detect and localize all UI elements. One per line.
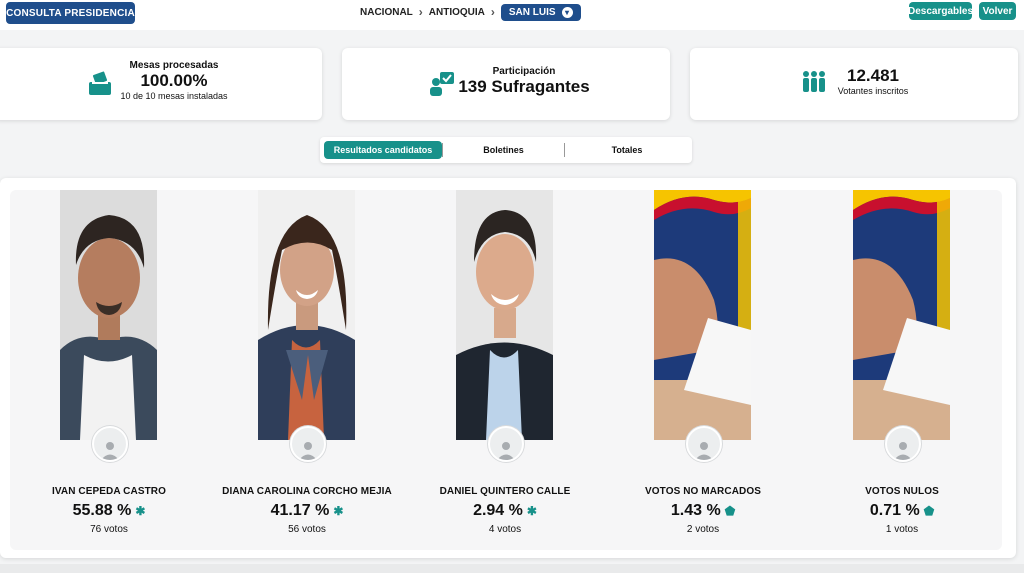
avatar-placeholder — [885, 426, 921, 462]
pentagon-mark-icon: ⬟ — [724, 504, 736, 518]
candidates-panel: IVAN CEPEDA CASTRO 55.88 % ✱ 76 votos DI… — [0, 178, 1016, 558]
descargables-button[interactable]: Descargables — [908, 2, 973, 20]
mesas-label: Mesas procesadas — [129, 60, 219, 71]
candidate-name: VOTOS NULOS — [865, 486, 939, 497]
results-tabs: Resultados candidatos Boletines Totales — [320, 137, 692, 163]
breadcrumb-nacional[interactable]: NACIONAL — [360, 7, 413, 18]
candidate-votes: 4 votos — [488, 524, 522, 535]
candidate-percentage-value: 2.94 % — [473, 502, 523, 519]
asterisk-mark-icon: ✱ — [526, 504, 537, 518]
candidate-percentage: 1.43 % ⬟ — [613, 502, 793, 520]
candidate-card[interactable]: IVAN CEPEDA CASTRO 55.88 % ✱ 76 votos — [19, 190, 199, 550]
candidate-photo — [60, 190, 157, 440]
participacion-card: Participación 139 Sufragantes — [342, 48, 670, 120]
candidate-percentage-value: 0.71 % — [869, 502, 920, 519]
candidate-votes: 56 votos — [288, 524, 326, 535]
user-silhouette-icon — [497, 442, 515, 460]
mesas-procesadas-card: Mesas procesadas 100.00% 10 de 10 mesas … — [0, 48, 322, 120]
pentagon-mark-icon: ⬟ — [923, 504, 935, 518]
ballot-box-icon — [89, 71, 111, 95]
asterisk-mark-icon: ✱ — [333, 504, 344, 518]
candidate-name: IVAN CEPEDA CASTRO — [51, 486, 167, 497]
candidate-votes: 2 votos — [686, 524, 720, 535]
candidate-percentage: 2.94 % ✱ — [415, 502, 595, 520]
avatar-placeholder — [92, 426, 128, 462]
candidate-photo — [456, 190, 553, 440]
chevron-right-icon: › — [418, 5, 423, 19]
candidate-card[interactable]: DANIEL QUINTERO CALLE 2.94 % ✱ 4 votos — [415, 190, 595, 550]
candidate-percentage: 55.88 % ✱ — [19, 502, 199, 520]
user-silhouette-icon — [299, 442, 317, 460]
candidate-card[interactable]: VOTOS NO MARCADOS 1.43 % ⬟ 2 votos — [613, 190, 793, 550]
candidate-card[interactable]: VOTOS NULOS 0.71 % ⬟ 1 votos — [812, 190, 992, 550]
tab-boletines[interactable]: Boletines — [443, 141, 564, 159]
user-silhouette-icon — [695, 442, 713, 460]
breadcrumb-san-luis-label: SAN LUIS — [508, 6, 556, 18]
candidate-percentage: 0.71 % ⬟ — [812, 502, 992, 520]
ballot-photo — [853, 190, 950, 440]
volver-button[interactable]: Volver — [979, 2, 1016, 20]
candidate-percentage-value: 41.17 % — [270, 502, 330, 519]
people-group-icon — [803, 71, 825, 92]
chevron-down-icon[interactable]: ▾ — [561, 6, 573, 18]
asterisk-mark-icon: ✱ — [135, 504, 146, 518]
breadcrumb-san-luis[interactable]: SAN LUIS ▾ — [500, 3, 581, 21]
votantes-sub: Votantes inscritos — [837, 86, 909, 96]
candidate-percentage-value: 1.43 % — [670, 502, 721, 519]
ballot-photo — [654, 190, 751, 440]
consulta-presidencia-button[interactable]: CONSULTA PRESIDENCIA — [6, 2, 135, 24]
votantes-value: 12.481 — [847, 66, 899, 85]
candidate-name: VOTOS NO MARCADOS — [645, 486, 761, 497]
breadcrumb: NACIONAL › ANTIOQUIA › SAN LUIS ▾ — [360, 2, 581, 22]
user-silhouette-icon — [101, 442, 119, 460]
tab-totales[interactable]: Totales — [565, 141, 689, 159]
candidate-name: DANIEL QUINTERO CALLE — [439, 486, 571, 497]
candidate-percentage: 41.17 % ✱ — [217, 502, 397, 520]
candidate-name: DIANA CAROLINA CORCHO MEJIA — [222, 486, 392, 497]
candidate-votes: 1 votos — [885, 524, 919, 535]
candidates-grid: IVAN CEPEDA CASTRO 55.88 % ✱ 76 votos DI… — [10, 190, 1002, 550]
breadcrumb-antioquia[interactable]: ANTIOQUIA — [429, 7, 485, 18]
avatar-placeholder — [290, 426, 326, 462]
voter-check-icon — [430, 72, 454, 96]
top-bar: CONSULTA PRESIDENCIA NACIONAL › ANTIOQUI… — [0, 0, 1024, 30]
participacion-label: Participación — [492, 66, 556, 77]
tab-resultados-candidatos[interactable]: Resultados candidatos — [324, 141, 442, 159]
candidate-card[interactable]: DIANA CAROLINA CORCHO MEJIA 41.17 % ✱ 56… — [217, 190, 397, 550]
candidate-votes: 76 votos — [90, 524, 128, 535]
candidate-photo — [258, 190, 355, 440]
candidate-percentage-value: 55.88 % — [72, 502, 132, 519]
avatar-placeholder — [686, 426, 722, 462]
avatar-placeholder — [488, 426, 524, 462]
mesas-sub: 10 de 10 mesas instaladas — [120, 91, 228, 101]
page-bottom-strip — [0, 564, 1024, 573]
chevron-right-icon: › — [490, 5, 495, 19]
votantes-card: 12.481 Votantes inscritos — [690, 48, 1018, 120]
mesas-value: 100.00% — [140, 71, 208, 90]
user-silhouette-icon — [894, 442, 912, 460]
participacion-value: 139 Sufragantes — [458, 77, 590, 96]
